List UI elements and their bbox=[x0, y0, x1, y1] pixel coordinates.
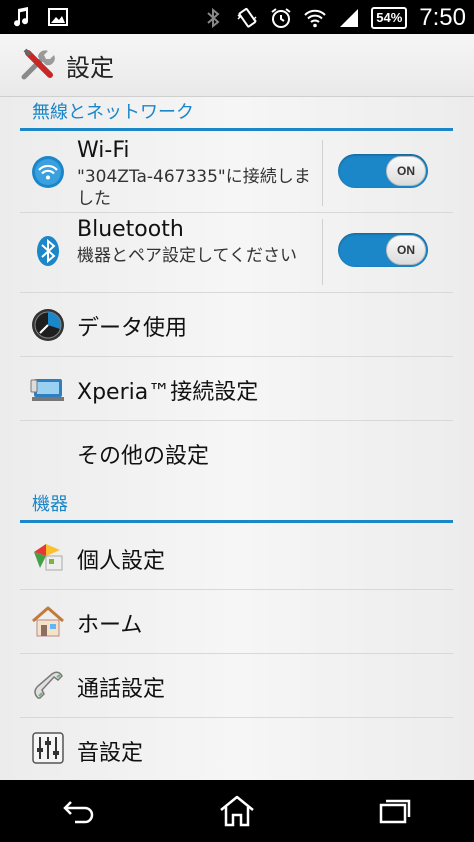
wifi-subtitle: "304ZTa-467335"に接続しました bbox=[77, 167, 311, 209]
settings-item-more[interactable]: その他の設定 bbox=[20, 421, 453, 485]
settings-item-home[interactable]: ホーム bbox=[20, 590, 453, 654]
home-icon bbox=[220, 795, 254, 827]
recents-icon bbox=[379, 799, 411, 824]
bluetooth-icon bbox=[37, 236, 59, 266]
section-header-device: 機器 bbox=[20, 489, 453, 523]
cell-signal-icon bbox=[340, 9, 359, 27]
xperia-connect-title: Xperia™接続設定 bbox=[77, 380, 259, 405]
page-title: 設定 bbox=[66, 53, 114, 82]
back-button[interactable] bbox=[44, 786, 114, 836]
wifi-toggle[interactable]: ON bbox=[338, 154, 428, 188]
row-divider bbox=[322, 219, 323, 285]
settings-item-sound[interactable]: 音設定 bbox=[20, 718, 453, 780]
image-icon bbox=[48, 8, 68, 26]
wifi-toggle-knob: ON bbox=[386, 156, 426, 186]
music-icon bbox=[14, 7, 29, 27]
sound-settings-title: 音設定 bbox=[77, 741, 144, 766]
bluetooth-title: Bluetooth bbox=[77, 217, 184, 242]
settings-item-data-usage[interactable]: データ使用 bbox=[20, 293, 453, 357]
home-title: ホーム bbox=[77, 613, 143, 638]
bluetooth-subtitle: 機器とペア設定してください bbox=[77, 246, 297, 266]
alarm-icon bbox=[271, 8, 291, 28]
wifi-title: Wi-Fi bbox=[77, 138, 130, 163]
home-button[interactable] bbox=[202, 786, 272, 836]
navigation-bar bbox=[0, 780, 474, 842]
bluetooth-toggle-knob: ON bbox=[386, 235, 426, 265]
row-divider bbox=[322, 140, 323, 206]
sound-sliders-icon bbox=[32, 732, 64, 764]
settings-item-xperia-connect[interactable]: Xperia™接続設定 bbox=[20, 357, 453, 421]
wifi-signal-icon bbox=[304, 9, 326, 28]
back-icon bbox=[63, 801, 94, 824]
bluetooth-toggle[interactable]: ON bbox=[338, 233, 428, 267]
data-usage-icon bbox=[32, 309, 64, 341]
personalization-icon bbox=[34, 544, 63, 571]
settings-item-wifi[interactable]: Wi-Fi "304ZTa-467335"に接続しました ON bbox=[20, 134, 453, 213]
phone-icon bbox=[34, 671, 63, 699]
clock: 7:50 bbox=[419, 4, 466, 31]
recents-button[interactable] bbox=[360, 786, 430, 836]
settings-item-call[interactable]: 通話設定 bbox=[20, 654, 453, 718]
xperia-connect-icon bbox=[30, 379, 64, 401]
home-icon bbox=[32, 606, 64, 637]
bluetooth-icon bbox=[207, 7, 220, 29]
settings-item-personalization[interactable]: 個人設定 bbox=[20, 526, 453, 590]
settings-item-bluetooth[interactable]: Bluetooth 機器とペア設定してください ON bbox=[20, 213, 453, 293]
battery-indicator: 54% bbox=[371, 7, 408, 29]
section-header-wireless: 無線とネットワーク bbox=[20, 97, 453, 131]
settings-list[interactable]: 無線とネットワーク Wi-Fi "304ZTa-467335"に接続しました O… bbox=[0, 97, 474, 780]
personalization-title: 個人設定 bbox=[77, 549, 166, 574]
wifi-icon bbox=[32, 156, 64, 188]
action-bar: 設定 bbox=[0, 34, 474, 97]
data-usage-title: データ使用 bbox=[77, 316, 188, 341]
vibrate-icon bbox=[237, 7, 257, 28]
settings-tools-icon[interactable] bbox=[18, 45, 58, 85]
status-bar: 54% 7:50 bbox=[0, 0, 474, 34]
call-settings-title: 通話設定 bbox=[77, 677, 166, 702]
more-settings-title: その他の設定 bbox=[77, 444, 210, 469]
